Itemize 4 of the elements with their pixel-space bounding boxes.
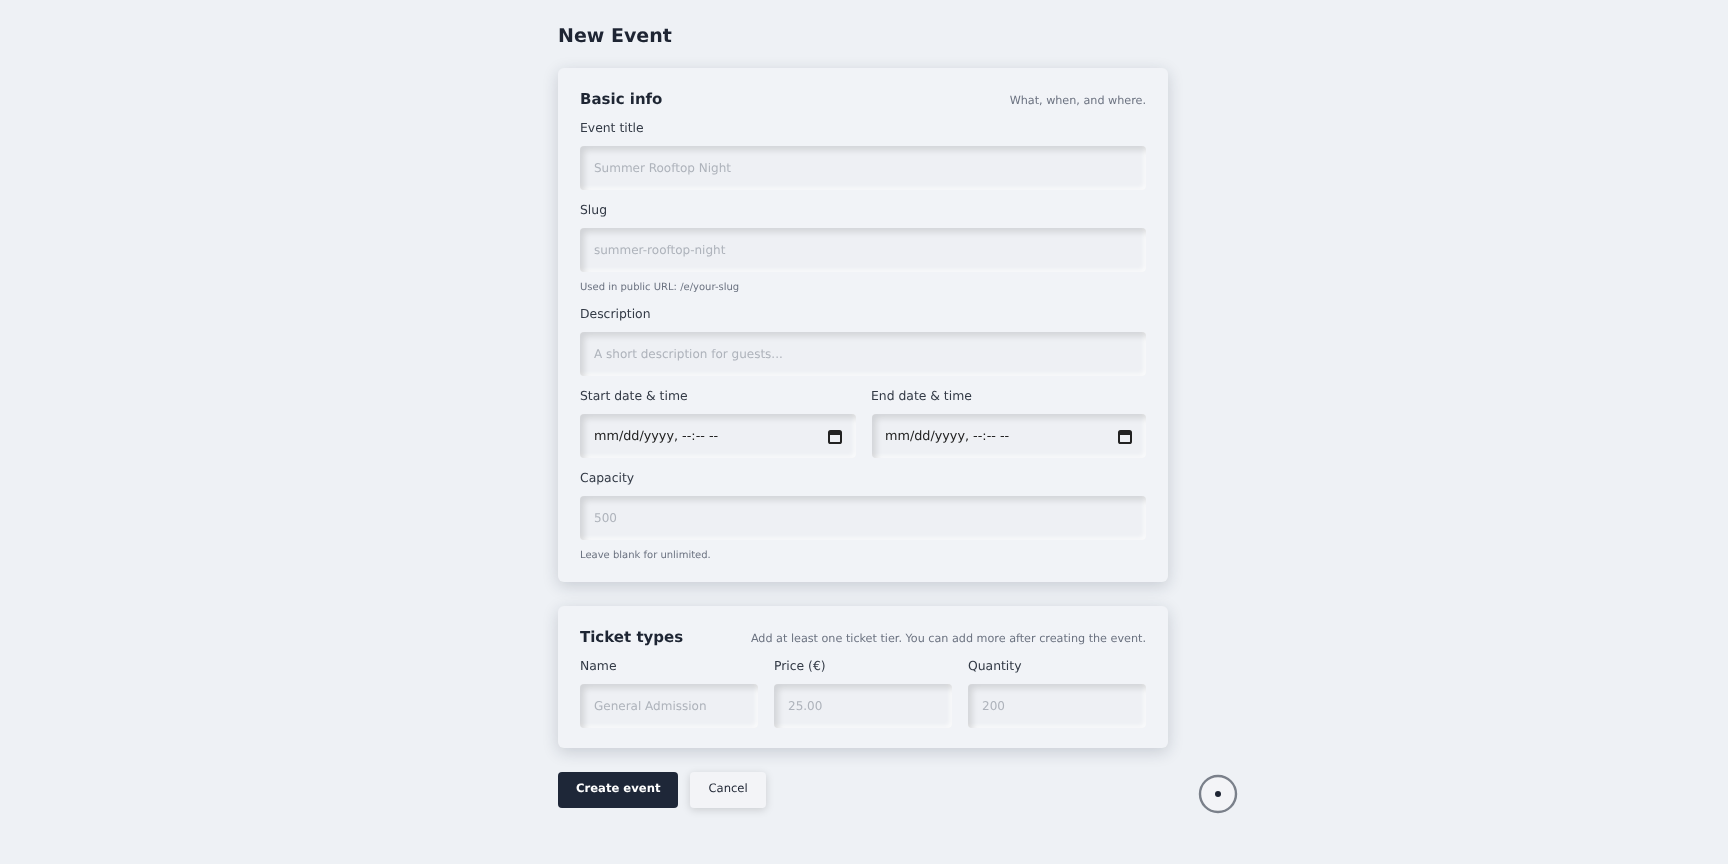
calendar-icon[interactable]	[827, 429, 841, 443]
calendar-icon[interactable]	[1118, 429, 1132, 443]
circle-dot-icon[interactable]	[1198, 774, 1238, 814]
page-title: New Event	[558, 26, 674, 48]
